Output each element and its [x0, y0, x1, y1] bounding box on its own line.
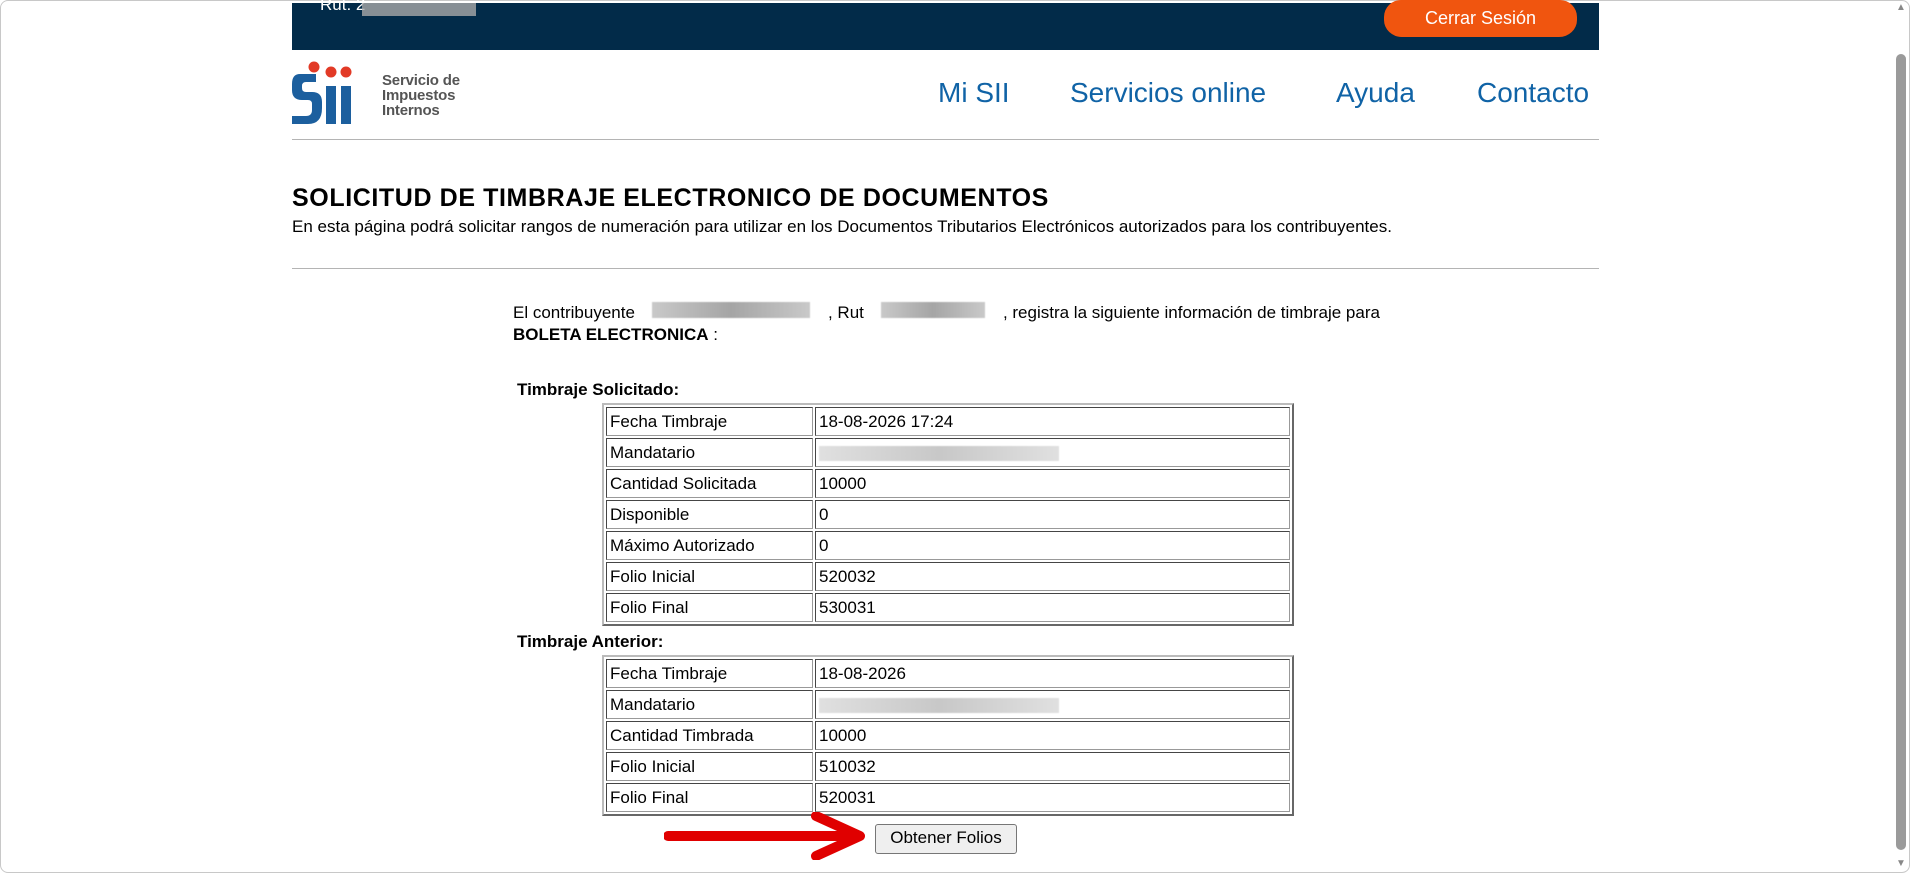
logo-text-line: Servicio de	[382, 72, 460, 89]
previous-stamp-label: Timbraje Anterior:	[517, 632, 664, 651]
red-arrow-annotation	[664, 812, 865, 860]
row-value: 530031	[815, 593, 1290, 622]
vertical-scrollbar[interactable]: ▲ ▼	[1892, 0, 1910, 873]
row-label: Cantidad Solicitada	[606, 469, 813, 498]
row-label: Cantidad Timbrada	[606, 721, 813, 750]
table-row: Mandatario	[606, 438, 1290, 467]
contributor-info: El contribuyente , Rut , registra la sig…	[513, 302, 1380, 346]
info-rut-text: , Rut	[827, 303, 864, 322]
logo-text-line: Internos	[382, 102, 440, 119]
logo-text: Servicio de Impuestos Internos	[382, 73, 460, 118]
info-suffix: , registra la siguiente información de t…	[1002, 303, 1380, 322]
row-value	[815, 438, 1290, 467]
row-label: Folio Final	[606, 783, 813, 812]
rut-redaction	[362, 3, 476, 16]
mandatario-redaction	[819, 697, 1059, 713]
table-row: Folio Inicial 520032	[606, 562, 1290, 591]
row-value: 0	[815, 500, 1290, 529]
document-type: BOLETA ELECTRONICA	[513, 325, 709, 344]
scroll-up-icon[interactable]: ▲	[1896, 2, 1906, 13]
row-value: 18-08-2026 17:24	[815, 407, 1290, 436]
logo-text-line: Impuestos	[382, 87, 456, 104]
table-row: Cantidad Solicitada 10000	[606, 469, 1290, 498]
nav-mi-sii[interactable]: Mi SII	[938, 77, 1010, 109]
nav-contacto[interactable]: Contacto	[1477, 77, 1589, 109]
table-row: Folio Inicial 510032	[606, 752, 1290, 781]
contributor-rut-redaction	[881, 302, 986, 318]
row-value	[815, 690, 1290, 719]
get-folios-button[interactable]: Obtener Folios	[875, 824, 1017, 854]
row-value: 520032	[815, 562, 1290, 591]
requested-stamp-table: Fecha Timbraje 18-08-2026 17:24 Mandatario…	[602, 403, 1294, 626]
table-row: Fecha Timbraje 18-08-2026	[606, 659, 1290, 688]
table-row: Folio Final 530031	[606, 593, 1290, 622]
row-label: Mandatario	[606, 438, 813, 467]
table-row: Folio Final 520031	[606, 783, 1290, 812]
table-row: Cantidad Timbrada 10000	[606, 721, 1290, 750]
row-label: Folio Inicial	[606, 562, 813, 591]
row-label: Fecha Timbraje	[606, 407, 813, 436]
row-value: 510032	[815, 752, 1290, 781]
row-value: 18-08-2026	[815, 659, 1290, 688]
page-subtitle: En esta página podrá solicitar rangos de…	[292, 217, 1392, 236]
table-row: Mandatario	[606, 690, 1290, 719]
page-container: Rut: 2 Cerrar Sesión Servicio de Impuest…	[292, 0, 1599, 873]
row-label: Disponible	[606, 500, 813, 529]
rut-label: Rut: 2	[320, 0, 366, 14]
nav-ayuda[interactable]: Ayuda	[1336, 77, 1415, 109]
mandatario-redaction	[819, 445, 1059, 461]
row-label: Folio Inicial	[606, 752, 813, 781]
row-label: Fecha Timbraje	[606, 659, 813, 688]
contributor-name-redaction	[652, 302, 811, 318]
nav-servicios-online[interactable]: Servicios online	[1070, 77, 1266, 109]
row-value: 520031	[815, 783, 1290, 812]
logout-button[interactable]: Cerrar Sesión	[1384, 0, 1577, 37]
requested-stamp-label: Timbraje Solicitado:	[517, 380, 680, 399]
info-colon: :	[713, 325, 718, 344]
top-bar: Rut: 2 Cerrar Sesión	[292, 0, 1599, 50]
scroll-down-icon[interactable]: ▼	[1896, 858, 1906, 869]
row-value: 10000	[815, 721, 1290, 750]
row-value: 10000	[815, 469, 1290, 498]
scroll-thumb[interactable]	[1896, 54, 1906, 850]
page-title: SOLICITUD DE TIMBRAJE ELECTRONICO DE DOC…	[292, 184, 1049, 212]
row-label: Mandatario	[606, 690, 813, 719]
info-prefix: El contribuyente	[513, 303, 635, 322]
row-label: Máximo Autorizado	[606, 531, 813, 560]
divider	[292, 139, 1599, 140]
row-label: Folio Final	[606, 593, 813, 622]
table-row: Máximo Autorizado 0	[606, 531, 1290, 560]
row-value: 0	[815, 531, 1290, 560]
divider	[292, 268, 1599, 269]
previous-stamp-table: Fecha Timbraje 18-08-2026 Mandatario Cantid…	[602, 655, 1294, 816]
table-row: Fecha Timbraje 18-08-2026 17:24	[606, 407, 1290, 436]
table-row: Disponible 0	[606, 500, 1290, 529]
